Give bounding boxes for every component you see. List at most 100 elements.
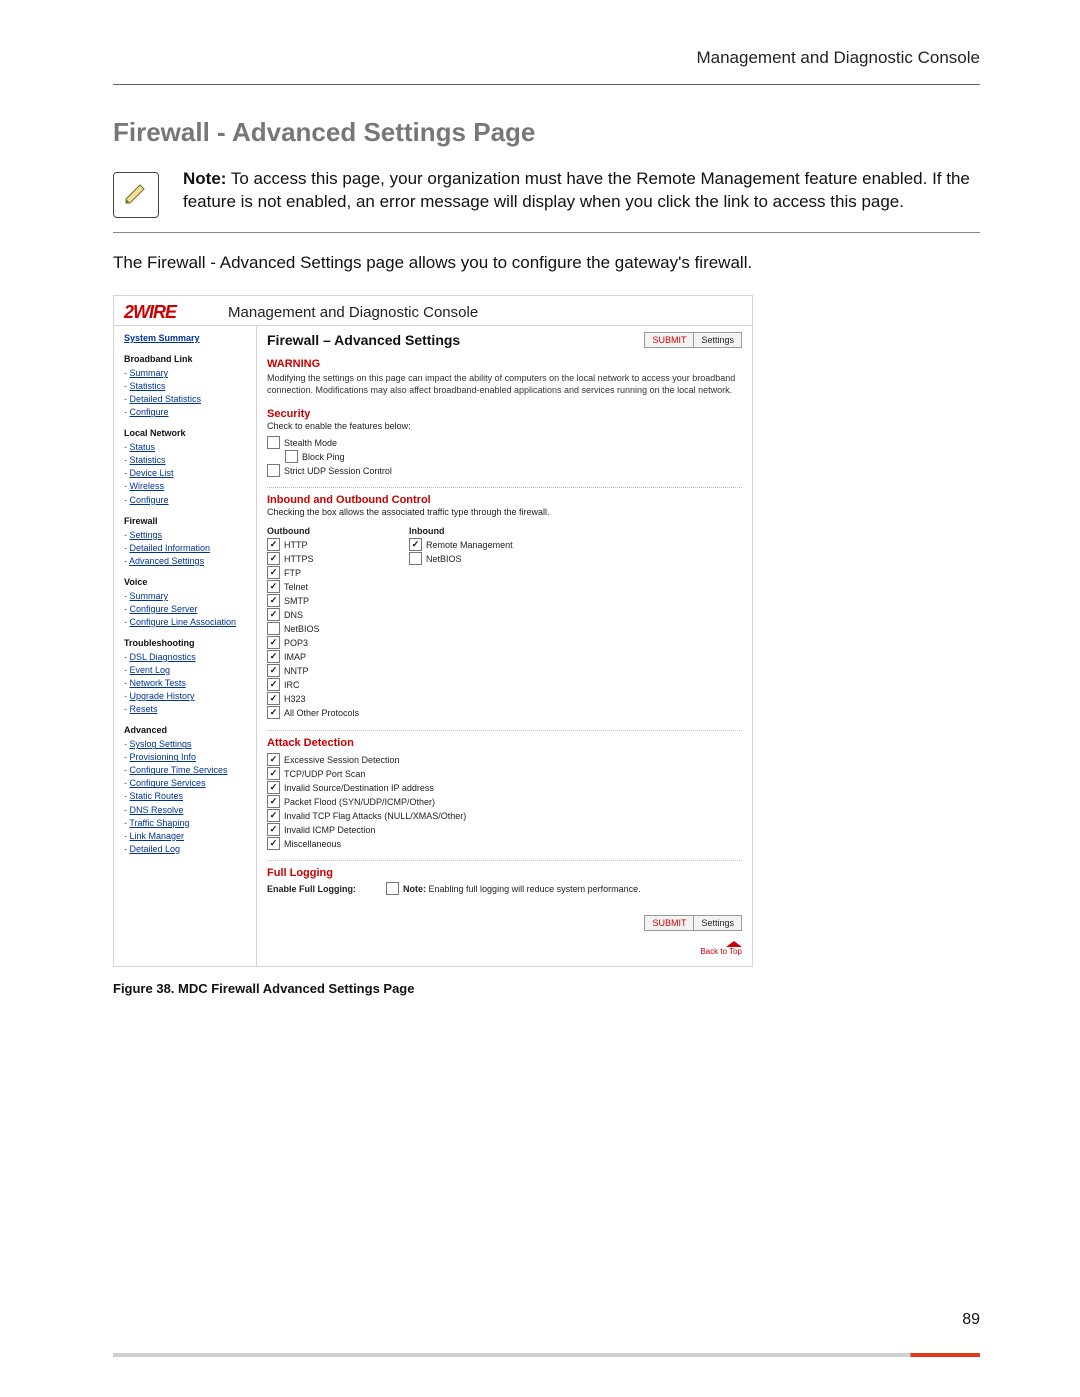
nav-link[interactable]: Static Routes xyxy=(130,791,184,801)
nav-group-head: Local Network xyxy=(124,427,250,440)
checkbox[interactable] xyxy=(267,552,280,565)
inout-columns: Outbound HTTPHTTPSFTPTelnetSMTPDNSNetBIO… xyxy=(267,522,742,720)
nav-link[interactable]: Configure Line Association xyxy=(130,617,237,627)
nav-link[interactable]: Configure Server xyxy=(130,604,198,614)
full-logging-head: Full Logging xyxy=(267,867,742,879)
checkbox[interactable] xyxy=(267,781,280,794)
checkbox-row: HTTP xyxy=(267,538,359,551)
checkbox-label: HTTP xyxy=(284,540,308,550)
nav-link[interactable]: Syslog Settings xyxy=(130,739,192,749)
nav-link[interactable]: Event Log xyxy=(130,665,171,675)
nav-link[interactable]: Summary xyxy=(130,591,169,601)
nav-link[interactable]: DNS Resolve xyxy=(130,805,184,815)
checkbox-label: Invalid ICMP Detection xyxy=(284,825,375,835)
checkbox[interactable] xyxy=(409,552,422,565)
back-to-top-label: Back to Top xyxy=(700,947,742,956)
checkbox[interactable] xyxy=(267,706,280,719)
checkbox[interactable] xyxy=(267,678,280,691)
page-title: Firewall – Advanced Settings xyxy=(267,332,460,348)
nav-link[interactable]: Statistics xyxy=(130,455,166,465)
checkbox-row: SMTP xyxy=(267,594,359,607)
checkbox[interactable] xyxy=(267,608,280,621)
nav-link[interactable]: Configure Time Services xyxy=(130,765,228,775)
checkbox[interactable] xyxy=(267,823,280,836)
checkbox[interactable] xyxy=(267,622,280,635)
section-divider xyxy=(267,730,742,731)
nav-link[interactable]: Wireless xyxy=(130,481,165,491)
checkbox[interactable] xyxy=(267,664,280,677)
brand-logo: 2WIRE xyxy=(124,302,176,323)
back-to-top[interactable]: Back to Top xyxy=(267,941,742,956)
inout-head: Inbound and Outbound Control xyxy=(267,494,742,506)
checkbox-row: Invalid ICMP Detection xyxy=(267,823,742,836)
checkbox-row: POP3 xyxy=(267,636,359,649)
checkbox[interactable] xyxy=(285,450,298,463)
nav-link[interactable]: Configure Services xyxy=(130,778,206,788)
nav-link[interactable]: Device List xyxy=(130,468,174,478)
nav-link[interactable]: Configure xyxy=(130,495,169,505)
nav-link[interactable]: Configure xyxy=(130,407,169,417)
header-rule xyxy=(113,84,980,85)
checkbox[interactable] xyxy=(267,464,280,477)
nav-link[interactable]: Upgrade History xyxy=(130,691,195,701)
checkbox-label: TCP/UDP Port Scan xyxy=(284,769,365,779)
checkbox-label: Stealth Mode xyxy=(284,438,337,448)
checkbox[interactable] xyxy=(267,436,280,449)
checkbox[interactable] xyxy=(267,767,280,780)
nav-link[interactable]: Detailed Log xyxy=(130,844,181,854)
checkbox-label: Invalid TCP Flag Attacks (NULL/XMAS/Othe… xyxy=(284,811,466,821)
checkbox-label: Excessive Session Detection xyxy=(284,755,400,765)
checkbox-row: HTTPS xyxy=(267,552,359,565)
checkbox-row: Remote Management xyxy=(409,538,513,551)
nav-link[interactable]: DSL Diagnostics xyxy=(130,652,196,662)
nav-link[interactable]: Advanced Settings xyxy=(129,556,204,566)
submit-button[interactable]: SUBMIT xyxy=(644,915,693,931)
checkbox[interactable] xyxy=(409,538,422,551)
submit-settings-bottom: SUBMIT Settings xyxy=(644,915,742,931)
warning-head: WARNING xyxy=(267,358,742,370)
submit-button[interactable]: SUBMIT xyxy=(644,332,693,348)
checkbox[interactable] xyxy=(267,809,280,822)
section-divider xyxy=(267,487,742,488)
checkbox[interactable] xyxy=(267,692,280,705)
checkbox-label: Strict UDP Session Control xyxy=(284,466,392,476)
checkbox[interactable] xyxy=(267,753,280,766)
nav-system-summary[interactable]: System Summary xyxy=(124,333,200,343)
intro-text: The Firewall - Advanced Settings page al… xyxy=(113,253,980,273)
nav-link[interactable]: Status xyxy=(130,442,156,452)
checkbox[interactable] xyxy=(267,636,280,649)
checkbox-row: NetBIOS xyxy=(409,552,513,565)
note-label: Note: xyxy=(183,169,226,188)
checkbox-label: H323 xyxy=(284,694,306,704)
inbound-column: Inbound Remote ManagementNetBIOS xyxy=(409,522,513,720)
nav-link[interactable]: Link Manager xyxy=(130,831,185,841)
nav-link[interactable]: Network Tests xyxy=(130,678,186,688)
checkbox-row: Miscellaneous xyxy=(267,837,742,850)
checkbox[interactable] xyxy=(267,566,280,579)
checkbox-row: All Other Protocols xyxy=(267,706,359,719)
nav-link[interactable]: Settings xyxy=(130,530,163,540)
settings-button[interactable]: Settings xyxy=(693,915,742,931)
section-divider xyxy=(267,860,742,861)
full-logging-checkbox[interactable] xyxy=(386,882,399,895)
checkbox-label: Remote Management xyxy=(426,540,513,550)
checkbox[interactable] xyxy=(267,580,280,593)
nav-link[interactable]: Detailed Statistics xyxy=(130,394,202,404)
checkbox[interactable] xyxy=(267,837,280,850)
nav-link[interactable]: Provisioning Info xyxy=(130,752,197,762)
nav-link[interactable]: Statistics xyxy=(130,381,166,391)
nav-link[interactable]: Detailed Information xyxy=(130,543,211,553)
settings-button[interactable]: Settings xyxy=(693,332,742,348)
full-logging-note-text: Enabling full logging will reduce system… xyxy=(429,884,641,894)
checkbox-label: HTTPS xyxy=(284,554,314,564)
nav-link[interactable]: Traffic Shaping xyxy=(129,818,189,828)
nav-link[interactable]: Summary xyxy=(130,368,169,378)
checkbox[interactable] xyxy=(267,650,280,663)
full-logging-row: Enable Full Logging: Note: Enabling full… xyxy=(267,882,742,895)
checkbox[interactable] xyxy=(267,538,280,551)
checkbox[interactable] xyxy=(267,594,280,607)
checkbox-row: H323 xyxy=(267,692,359,705)
checkbox-label: Packet Flood (SYN/UDP/ICMP/Other) xyxy=(284,797,435,807)
nav-link[interactable]: Resets xyxy=(130,704,158,714)
checkbox[interactable] xyxy=(267,795,280,808)
